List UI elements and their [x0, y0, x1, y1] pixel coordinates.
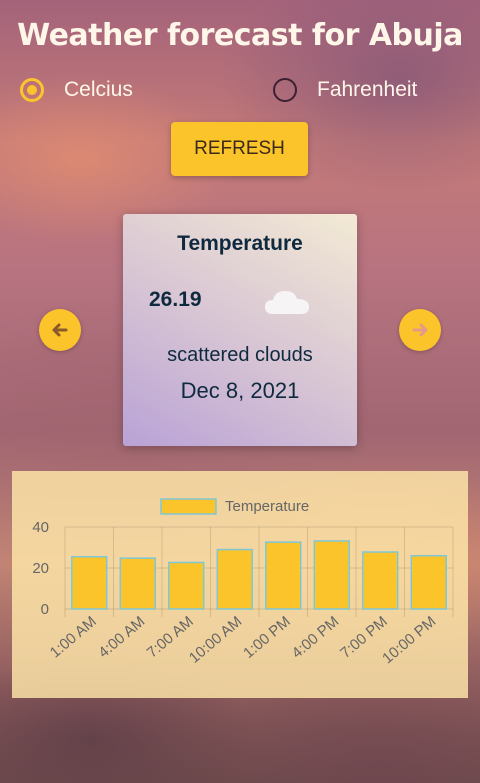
- weather-card: Temperature 26.19 scattered clouds Dec 8…: [123, 214, 357, 446]
- x-tick-label: 10:00 AM: [186, 613, 245, 667]
- legend-swatch: [160, 498, 217, 515]
- x-tick-label: 1:00 PM: [240, 613, 294, 662]
- bar: [168, 561, 205, 610]
- x-tick-label: 4:00 PM: [289, 613, 343, 662]
- bar: [71, 555, 108, 610]
- y-tick-label: 40: [32, 519, 49, 536]
- legend-label: Temperature: [225, 498, 309, 515]
- bar: [362, 551, 399, 610]
- x-tick-label: 4:00 AM: [95, 613, 148, 661]
- previous-button[interactable]: [39, 309, 81, 351]
- card-heading: Temperature: [177, 232, 303, 255]
- chart-svg: Temperature020401:00 AM4:00 AM7:00 AM10:…: [32, 498, 454, 667]
- arrow-left-icon: [52, 323, 68, 337]
- radio-unselected-icon[interactable]: [273, 78, 297, 102]
- bar: [119, 557, 156, 610]
- bar: [216, 548, 253, 610]
- x-tick-label: 10:00 PM: [379, 613, 439, 667]
- arrow-right-icon: [412, 323, 428, 337]
- radio-selected-icon[interactable]: [20, 78, 44, 102]
- fahrenheit-radio[interactable]: Fahrenheit: [273, 78, 417, 102]
- forecast-date: Dec 8, 2021: [180, 378, 300, 403]
- celsius-label[interactable]: Celcius: [64, 78, 133, 102]
- fahrenheit-label[interactable]: Fahrenheit: [317, 78, 417, 102]
- celsius-radio[interactable]: Celcius: [20, 78, 133, 102]
- weather-description: scattered clouds: [167, 344, 313, 366]
- next-button[interactable]: [399, 309, 441, 351]
- bar: [410, 554, 447, 610]
- unit-selector: Celcius Fahrenheit: [20, 78, 460, 108]
- y-tick-label: 20: [32, 560, 49, 577]
- x-tick-label: 1:00 AM: [47, 613, 100, 661]
- bar: [265, 541, 302, 610]
- temperature-value: 26.19: [149, 288, 202, 311]
- page-title: Weather forecast for Abuja: [17, 18, 463, 53]
- y-tick-label: 0: [41, 601, 49, 618]
- temperature-chart: Temperature 0 20 40 1:00 AM 4:00 AM 7:00 AM 10:…: [12, 471, 468, 698]
- bar: [313, 540, 350, 610]
- refresh-button[interactable]: REFRESH: [171, 122, 308, 176]
- cloud-icon: [265, 291, 309, 314]
